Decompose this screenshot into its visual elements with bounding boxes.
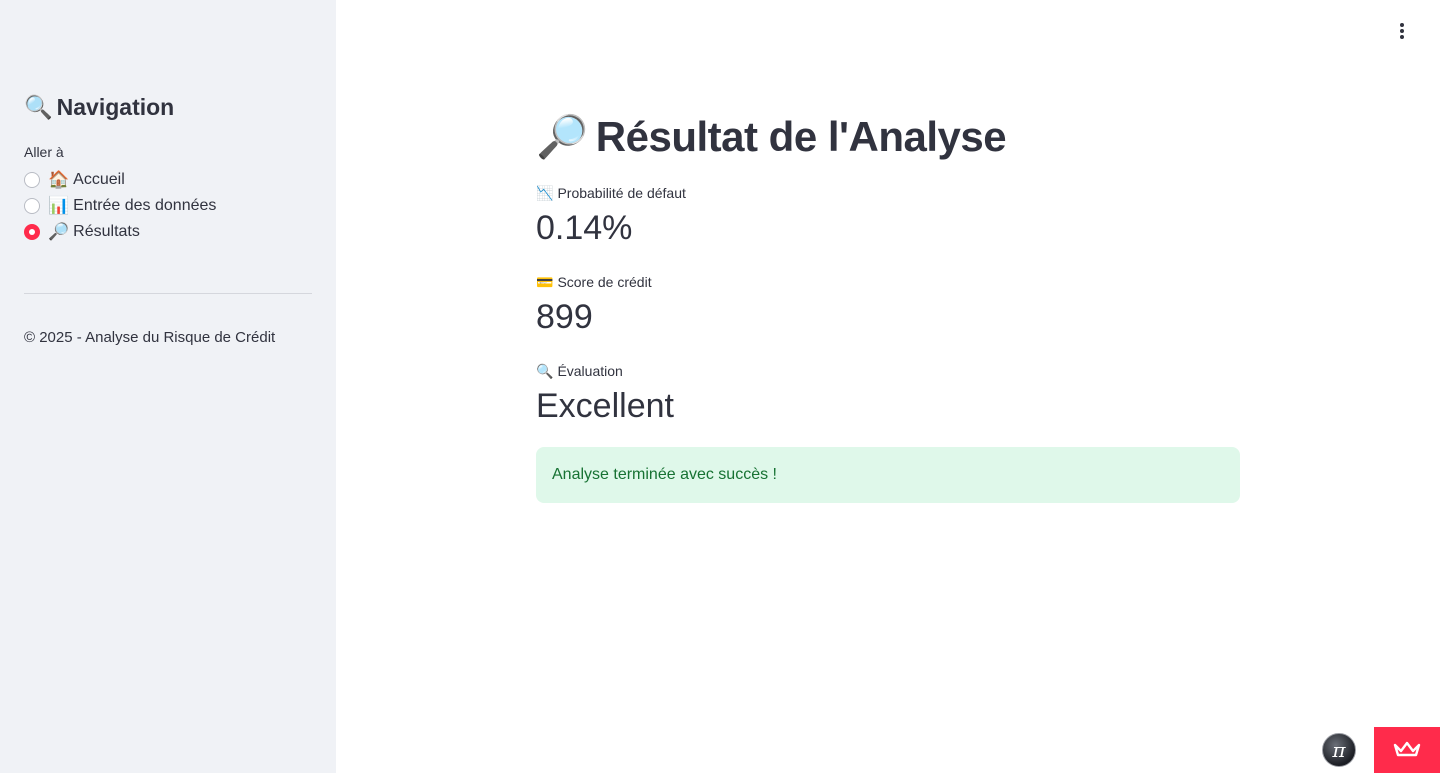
radio-button-accueil[interactable] — [24, 171, 40, 188]
sidebar: 🔍 Navigation Aller à 🏠 Accueil 📊 Entrée … — [0, 0, 336, 773]
crown-icon — [1393, 741, 1421, 757]
metric-label-text: Score de crédit — [557, 274, 652, 290]
radio-option-label: Entrée des données — [73, 196, 217, 214]
sidebar-title: 🔍 Navigation — [24, 94, 174, 121]
page-title-text: Résultat de l'Analyse — [595, 113, 1007, 160]
magnifier-left-icon: 🔍 — [24, 94, 53, 120]
sidebar-footer: © 2025 - Analyse du Risque de Crédit — [24, 329, 276, 346]
radio-option-accueil[interactable]: 🏠 Accueil — [24, 169, 216, 190]
app-root: 🔍 Navigation Aller à 🏠 Accueil 📊 Entrée … — [0, 0, 1440, 773]
page-title: 🔎 Résultat de l'Analyse — [536, 108, 1240, 166]
creator-avatar-icon[interactable]: π — [1322, 733, 1356, 767]
menu-dot-icon — [1400, 29, 1404, 33]
radio-option-label: Accueil — [73, 170, 125, 188]
radio-option-resultats[interactable]: 🔎 Résultats — [24, 221, 216, 242]
magnifier-left-icon: 🔍 — [536, 362, 554, 379]
metric-label: 💳 Score de crédit — [536, 272, 1240, 292]
metric-value: Excellent — [536, 387, 674, 425]
menu-dot-icon — [1400, 35, 1404, 39]
radio-button-entree-donnees[interactable] — [24, 197, 40, 214]
radio-button-resultats[interactable] — [24, 223, 40, 240]
menu-dot-icon — [1400, 23, 1404, 27]
credit-card-icon: 💳 — [536, 273, 554, 290]
magnifier-right-icon: 🔎 — [536, 112, 588, 160]
house-icon: 🏠 — [48, 169, 70, 189]
main-content: 🔎 Résultat de l'Analyse 📉 Probabilité de… — [536, 108, 1240, 431]
chart-decreasing-icon: 📉 — [536, 184, 554, 201]
magnifier-right-icon: 🔎 — [48, 221, 70, 241]
metric-score-credit: 💳 Score de crédit 899 — [536, 272, 1240, 342]
bar-chart-icon: 📊 — [48, 195, 70, 215]
radio-option-label: Résultats — [73, 222, 140, 240]
main-menu-button[interactable] — [1394, 20, 1410, 42]
sidebar-title-text: Navigation — [56, 94, 175, 120]
metric-label: 📉 Probabilité de défaut — [536, 183, 1240, 203]
radio-group-label: Aller à — [24, 144, 64, 160]
metric-value: 0.14% — [536, 209, 633, 247]
metric-label-text: Évaluation — [557, 363, 623, 379]
metric-label-text: Probabilité de défaut — [557, 185, 686, 201]
success-alert-text: Analyse terminée avec succès ! — [552, 466, 777, 483]
metric-evaluation: 🔍 Évaluation Excellent — [536, 361, 1240, 431]
radio-option-entree-donnees[interactable]: 📊 Entrée des données — [24, 195, 216, 216]
streamlit-crown-button[interactable] — [1374, 727, 1440, 773]
metric-value: 899 — [536, 298, 593, 336]
sidebar-divider — [24, 293, 312, 294]
navigation-radio-group: 🏠 Accueil 📊 Entrée des données 🔎 Résulta… — [24, 169, 216, 242]
metric-probabilite-defaut: 📉 Probabilité de défaut 0.14% — [536, 183, 1240, 253]
success-alert: Analyse terminée avec succès ! — [536, 447, 1240, 503]
metric-label: 🔍 Évaluation — [536, 361, 1240, 381]
